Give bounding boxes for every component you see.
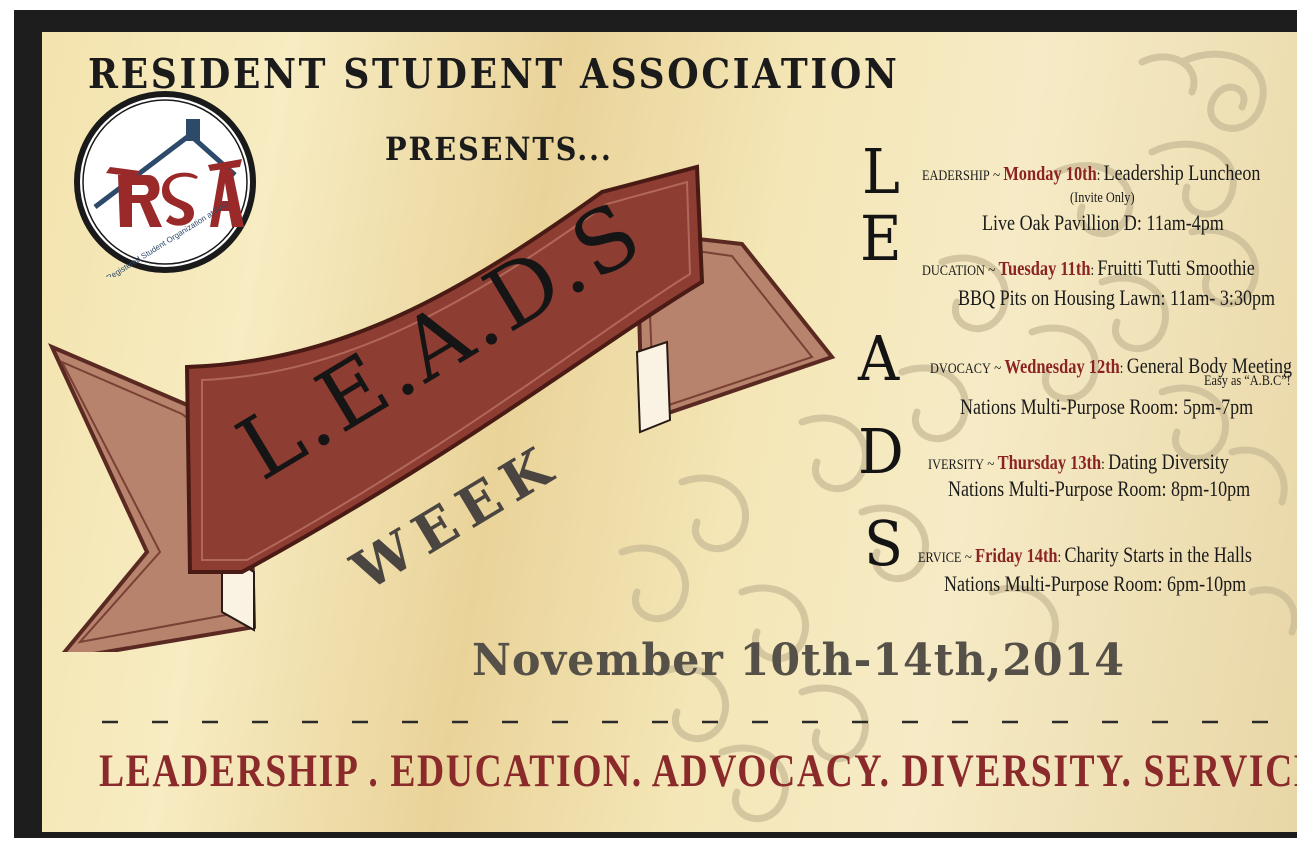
leads-letter-s: S (864, 507, 904, 580)
leads-banner: L.E.A.D.S WEEK (47, 164, 836, 652)
event-education: DUCATION ~ Tuesday 11th: Fruitti Tutti S… (922, 255, 1255, 280)
dashed-divider (102, 720, 1282, 724)
event-service: ERVICE ~ Friday 14th: Charity Starts in … (918, 542, 1252, 567)
event-leadership-location: Live Oak Pavillion D: 11am-4pm (982, 210, 1224, 235)
leads-letter-e: E (860, 202, 902, 275)
event-service-location: Nations Multi-Purpose Room: 6pm-10pm (944, 571, 1247, 596)
event-leadership: EADERSHIP ~ Monday 10th: Leadership Lunc… (922, 160, 1261, 185)
event-diversity: IVERSITY ~ Thursday 13th: Dating Diversi… (928, 449, 1229, 474)
leads-letter-d: D (858, 415, 904, 488)
event-advocacy-location: Nations Multi-Purpose Room: 5pm-7pm (960, 394, 1254, 419)
flyer-frame: RESIDENT STUDENT ASSOCIATION A Registere… (14, 10, 1297, 838)
event-advocacy-note: Easy as “A.B.C”! (1204, 373, 1291, 389)
flyer-panel: RESIDENT STUDENT ASSOCIATION A Registere… (42, 32, 1297, 832)
values-footer: LEADERSHIP . EDUCATION. ADVOCACY. DIVERS… (99, 745, 1297, 797)
leads-letter-a: A (858, 322, 900, 395)
event-education-location: BBQ Pits on Housing Lawn: 11am- 3:30pm (958, 285, 1276, 310)
event-date-range: November 10th-14th,2014 (472, 635, 1125, 686)
leads-letter-l: L (862, 135, 900, 208)
event-leadership-note: (Invite Only) (1070, 190, 1135, 206)
event-diversity-location: Nations Multi-Purpose Room: 8pm-10pm (948, 476, 1251, 501)
